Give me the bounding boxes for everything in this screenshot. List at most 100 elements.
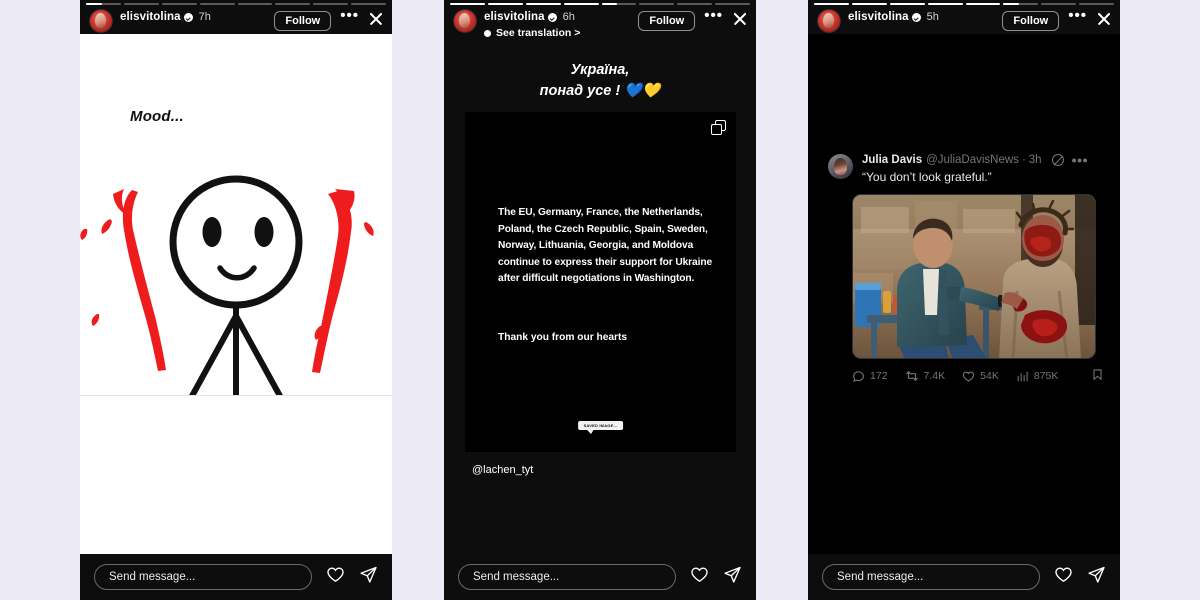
story-footer-2: Send message... (444, 554, 756, 600)
tweet-likes-count: 54K (980, 370, 999, 383)
progress-segment[interactable] (275, 3, 311, 5)
heart-icon[interactable] (690, 565, 709, 589)
tweet-retweets[interactable]: 7.4K (905, 369, 946, 383)
send-icon[interactable] (1087, 565, 1106, 589)
progress-segment[interactable] (86, 3, 121, 5)
story-header-1: elisvitolina 7h Follow ••• (90, 8, 384, 32)
story-timestamp: 5h (926, 11, 939, 24)
story-header-3: elisvitolina 5h Follow ••• (818, 8, 1112, 32)
story-media-3[interactable]: Julia Davis @JuliaDavisNews · 3h ••• “Yo… (808, 34, 1120, 554)
progress-segment[interactable] (715, 3, 750, 5)
verified-badge-icon (183, 13, 193, 23)
send-message-input[interactable]: Send message... (822, 564, 1040, 590)
story-identity: elisvitolina 7h (120, 10, 211, 24)
embedded-tweet[interactable]: Julia Davis @JuliaDavisNews · 3h ••• “Yo… (828, 153, 1108, 384)
progress-segment[interactable] (199, 3, 235, 5)
see-translation-link[interactable]: See translation > (484, 27, 580, 39)
story-identity: elisvitolina 6h See translation > (484, 10, 580, 39)
tweet-timestamp: 3h (1028, 154, 1042, 166)
watermark-badge: SAVED IMAGE... (577, 421, 624, 434)
username[interactable]: elisvitolina (484, 11, 545, 24)
send-icon[interactable] (723, 565, 742, 589)
story-panel-3[interactable]: elisvitolina 5h Follow ••• Julia Davis @… (808, 0, 1120, 600)
tweet-text: “You don’t look grateful.” (862, 170, 992, 184)
progress-segment[interactable] (161, 3, 197, 5)
story-panel-2[interactable]: elisvitolina 6h See translation > Follow… (444, 0, 756, 600)
progress-segment[interactable] (639, 3, 675, 5)
avatar[interactable] (454, 10, 476, 32)
progress-segment[interactable] (563, 3, 599, 5)
card-thanks-text: Thank you from our hearts (498, 332, 628, 343)
shared-post-card[interactable]: The EU, Germany, France, the Netherlands… (465, 112, 736, 452)
progress-segment[interactable] (450, 3, 485, 5)
more-options-icon[interactable]: ••• (1068, 8, 1087, 23)
avatar[interactable] (90, 10, 112, 32)
progress-segment[interactable] (1041, 3, 1077, 5)
progress-segment[interactable] (814, 3, 849, 5)
more-options-icon[interactable]: ••• (704, 8, 723, 23)
story-title-text: Україна, понад усе ! 💙💛 (444, 60, 756, 102)
tweet-replies-count: 172 (870, 370, 888, 383)
tweet-meta-row: Julia Davis @JuliaDavisNews · 3h ••• (862, 153, 1108, 167)
post-caption-handle[interactable]: @lachen_tyt (472, 464, 533, 476)
story-media-1[interactable]: Mood... (80, 34, 392, 554)
follow-button[interactable]: Follow (638, 11, 696, 31)
follow-button[interactable]: Follow (1002, 11, 1060, 31)
send-message-input[interactable]: Send message... (94, 564, 312, 590)
more-options-icon[interactable]: ••• (340, 8, 359, 23)
close-icon[interactable] (1096, 11, 1112, 27)
progress-segment[interactable] (1003, 3, 1039, 5)
story-timestamp: 7h (198, 11, 211, 24)
story-timestamp: 6h (562, 11, 575, 24)
progress-segment[interactable] (601, 3, 637, 5)
story-identity: elisvitolina 5h (848, 10, 939, 24)
progress-segment[interactable] (927, 3, 963, 5)
close-icon[interactable] (368, 11, 384, 27)
tweet-replies[interactable]: 172 (852, 370, 888, 383)
progress-segment[interactable] (1079, 3, 1114, 5)
send-icon[interactable] (359, 565, 378, 589)
progress-segment[interactable] (123, 3, 159, 5)
tweet-separator: · (1021, 154, 1026, 166)
tweet-author-handle[interactable]: @JuliaDavisNews (926, 154, 1019, 166)
verified-badge-icon (547, 13, 557, 23)
tweet-views[interactable]: 875K (1016, 370, 1058, 383)
username[interactable]: elisvitolina (120, 11, 181, 24)
story-footer-3: Send message... (808, 554, 1120, 600)
progress-segment[interactable] (487, 3, 523, 5)
more-icon[interactable]: ••• (1072, 153, 1089, 167)
progress-segment[interactable] (525, 3, 561, 5)
progress-segment[interactable] (851, 3, 887, 5)
follow-button[interactable]: Follow (274, 11, 332, 31)
close-icon[interactable] (732, 11, 748, 27)
progress-segment[interactable] (677, 3, 713, 5)
tweet-likes[interactable]: 54K (962, 370, 999, 383)
stick-figure-drawing (80, 164, 392, 399)
tweet-actions (1075, 368, 1120, 384)
progress-segment[interactable] (313, 3, 349, 5)
bookmark-icon[interactable] (1091, 368, 1104, 384)
translate-dot-icon (484, 29, 491, 37)
progress-segment[interactable] (351, 3, 386, 5)
story-progress-bar-1[interactable] (86, 3, 386, 5)
send-message-input[interactable]: Send message... (458, 564, 676, 590)
tweet-avatar[interactable] (828, 154, 853, 179)
tweet-retweets-count: 7.4K (923, 370, 946, 383)
avatar[interactable] (818, 10, 840, 32)
story-progress-bar-3[interactable] (814, 3, 1114, 5)
story-panel-1[interactable]: elisvitolina 7h Follow ••• Mood... Send … (80, 0, 392, 600)
story-progress-bar-2[interactable] (450, 3, 750, 5)
progress-segment[interactable] (237, 3, 273, 5)
heart-icon[interactable] (1054, 565, 1073, 589)
tweet-body: Julia Davis @JuliaDavisNews · 3h ••• “Yo… (852, 153, 1108, 384)
tweet-author-name[interactable]: Julia Davis (862, 154, 922, 166)
heart-icon[interactable] (326, 565, 345, 589)
tweet-image[interactable] (852, 194, 1096, 360)
grok-icon[interactable] (1051, 154, 1064, 166)
progress-segment[interactable] (965, 3, 1001, 5)
see-translation-label: See translation > (496, 27, 581, 40)
progress-segment[interactable] (889, 3, 925, 5)
story-media-2[interactable]: Україна, понад усе ! 💙💛 The EU, Germany,… (444, 46, 756, 554)
story-footer-1: Send message... (80, 554, 392, 600)
username[interactable]: elisvitolina (848, 11, 909, 24)
